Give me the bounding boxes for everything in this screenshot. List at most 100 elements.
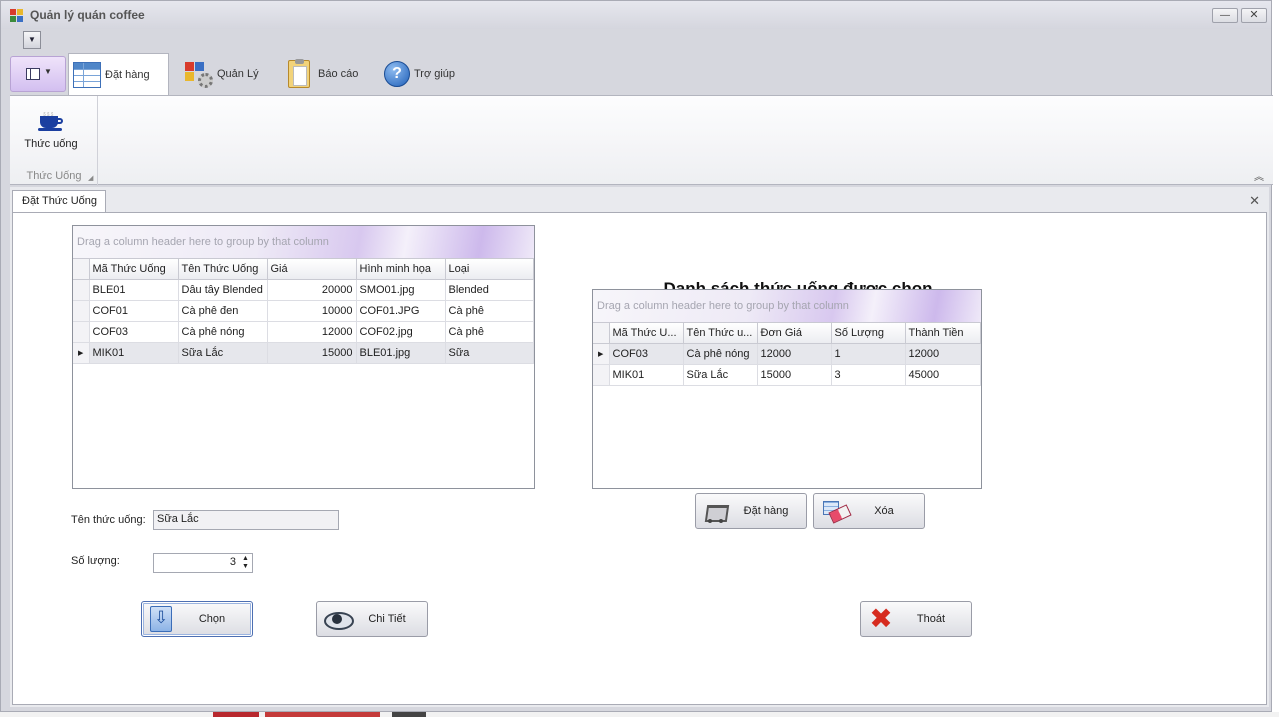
close-window-button[interactable]: ✕ xyxy=(1241,8,1267,23)
quantity-label: Số lượng: xyxy=(71,555,120,567)
table-row[interactable]: MIK01 Sữa Lắc 15000 3 45000 xyxy=(593,364,981,386)
table-cell[interactable]: Cà phê đen xyxy=(178,300,268,322)
app-menu-icon xyxy=(26,68,40,80)
minimize-button[interactable]: — xyxy=(1212,8,1238,23)
table-cell[interactable]: 15000 xyxy=(267,342,357,364)
row-indicator: ▶ xyxy=(593,343,610,365)
window-title: Quản lý quán coffee xyxy=(30,8,145,22)
exit-button-label: Thoát xyxy=(916,613,946,625)
table-cell[interactable]: Sữa xyxy=(445,342,534,364)
document-area: Đặt Thức Uống ✕ Drag a column header her… xyxy=(10,187,1269,707)
tab-label: Quản Lý xyxy=(217,68,259,80)
table-cell[interactable]: Cà phê nóng xyxy=(178,321,268,343)
column-header[interactable]: Tên Thức Uống xyxy=(178,259,268,280)
table-cell[interactable]: COF01.JPG xyxy=(356,300,446,322)
close-document-icon[interactable]: ✕ xyxy=(1249,193,1260,209)
table-cell[interactable]: Blended xyxy=(445,279,534,301)
table-cell[interactable]: Sữa Lắc xyxy=(683,364,758,386)
detail-button[interactable]: Chi Tiết xyxy=(316,601,428,637)
chevron-down-icon: ▼ xyxy=(44,67,52,76)
ribbon-group-caption: Thức Uống xyxy=(26,170,82,182)
tab-quan-ly[interactable]: Quản Lý xyxy=(179,53,275,95)
drink-name-label: Tên thức uống: xyxy=(71,514,146,526)
column-header[interactable]: Tên Thức u... xyxy=(683,323,758,344)
table-cell[interactable]: Cà phê xyxy=(445,321,534,343)
table-cell[interactable]: 12000 xyxy=(905,343,981,365)
table-cell[interactable]: Sữa Lắc xyxy=(178,342,268,364)
ribbon-group-thuc-uong: ऽऽऽ Thức uống Thức Uống ◢ xyxy=(10,96,98,186)
quick-access-toolbar-button[interactable]: ▼ xyxy=(23,31,41,49)
group-by-panel[interactable]: Drag a column header here to group by th… xyxy=(73,226,534,259)
column-header[interactable]: Thành Tiền xyxy=(905,323,981,344)
table-cell[interactable]: 12000 xyxy=(757,343,832,365)
table-icon xyxy=(73,61,101,88)
row-indicator-header xyxy=(593,323,610,344)
table-cell[interactable]: 45000 xyxy=(905,364,981,386)
table-row-selected[interactable]: ▶ MIK01 Sữa Lắc 15000 BLE01.jpg Sữa xyxy=(73,342,534,364)
table-cell[interactable]: Cà phê nóng xyxy=(683,343,758,365)
help-icon: ? xyxy=(384,61,410,87)
column-header[interactable]: Giá xyxy=(267,259,357,280)
table-cell[interactable]: MIK01 xyxy=(609,364,684,386)
drink-name-field[interactable]: Sữa Lắc xyxy=(153,510,339,530)
choose-button[interactable]: Chọn xyxy=(141,601,253,637)
selected-drinks-grid: Drag a column header here to group by th… xyxy=(592,289,982,489)
table-cell[interactable]: MIK01 xyxy=(89,342,179,364)
choose-button-label: Chọn xyxy=(198,613,226,625)
table-cell[interactable]: COF03 xyxy=(609,343,684,365)
collapse-ribbon-icon[interactable]: ︽ xyxy=(1254,168,1264,183)
table-cell[interactable]: BLE01.jpg xyxy=(356,342,446,364)
drinks-ribbon-button[interactable]: ऽऽऽ Thức uống xyxy=(18,104,84,154)
spin-arrows[interactable]: ▲ ▼ xyxy=(241,555,250,571)
exit-button[interactable]: ✖ Thoát xyxy=(860,601,972,637)
column-header[interactable]: Mã Thức U... xyxy=(609,323,684,344)
manage-icon xyxy=(183,60,213,88)
order-form: Drag a column header here to group by th… xyxy=(12,212,1267,705)
group-by-panel[interactable]: Drag a column header here to group by th… xyxy=(593,290,981,323)
table-cell[interactable]: 20000 xyxy=(267,279,357,301)
table-cell[interactable]: SMO01.jpg xyxy=(356,279,446,301)
column-header[interactable]: Đơn Giá xyxy=(757,323,832,344)
row-indicator: ▶ xyxy=(73,342,90,364)
table-cell[interactable]: COF03 xyxy=(89,321,179,343)
tab-tro-giup[interactable]: ? Trợ giúp xyxy=(380,53,470,95)
main-window: Quản lý quán coffee — ✕ ▼ ▼ Đặt hàng Quả… xyxy=(0,0,1273,712)
order-button[interactable]: Đặt hàng xyxy=(695,493,807,529)
column-header[interactable]: Loại xyxy=(445,259,534,280)
quantity-stepper[interactable]: 3 ▲ ▼ xyxy=(153,553,253,573)
table-row[interactable]: COF01 Cà phê đen 10000 COF01.JPG Cà phê xyxy=(73,300,534,322)
table-cell[interactable]: Cà phê xyxy=(445,300,534,322)
dialog-launcher-icon[interactable]: ◢ xyxy=(88,174,93,182)
tab-bao-cao[interactable]: Báo cáo xyxy=(284,53,374,95)
table-cell[interactable]: BLE01 xyxy=(89,279,179,301)
tab-label: Trợ giúp xyxy=(414,68,456,80)
table-cell[interactable]: 12000 xyxy=(267,321,357,343)
document-tab[interactable]: Đặt Thức Uống xyxy=(12,190,106,212)
application-menu-button[interactable]: ▼ xyxy=(10,56,66,92)
app-icon xyxy=(10,9,23,22)
table-cell[interactable]: Dâu tây Blended xyxy=(178,279,268,301)
table-cell[interactable]: 1 xyxy=(831,343,906,365)
detail-button-label: Chi Tiết xyxy=(368,613,406,625)
delete-button[interactable]: Xóa xyxy=(813,493,925,529)
row-indicator-header xyxy=(73,259,90,280)
table-cell[interactable]: 15000 xyxy=(757,364,832,386)
order-button-label: Đặt hàng xyxy=(743,505,789,517)
table-cell[interactable]: COF02.jpg xyxy=(356,321,446,343)
tab-dat-hang[interactable]: Đặt hàng xyxy=(68,53,169,95)
column-header[interactable]: Hình minh họa xyxy=(356,259,446,280)
table-row[interactable]: BLE01 Dâu tây Blended 20000 SMO01.jpg Bl… xyxy=(73,279,534,301)
row-indicator xyxy=(593,364,610,386)
delete-button-label: Xóa xyxy=(874,505,894,517)
ribbon-panel: ऽऽऽ Thức uống Thức Uống ◢ ︽ xyxy=(10,95,1273,186)
table-row[interactable]: COF03 Cà phê nóng 12000 COF02.jpg Cà phê xyxy=(73,321,534,343)
column-header[interactable]: Số Lượng xyxy=(831,323,906,344)
table-cell[interactable]: 10000 xyxy=(267,300,357,322)
row-indicator xyxy=(73,300,90,322)
tab-label: Báo cáo xyxy=(318,68,359,80)
column-header[interactable]: Mã Thức Uống xyxy=(89,259,179,280)
table-row-selected[interactable]: ▶ COF03 Cà phê nóng 12000 1 12000 xyxy=(593,343,981,365)
table-cell[interactable]: COF01 xyxy=(89,300,179,322)
table-cell[interactable]: 3 xyxy=(831,364,906,386)
grid-header-row: Mã Thức U... Tên Thức u... Đơn Giá Số Lư… xyxy=(593,323,981,344)
